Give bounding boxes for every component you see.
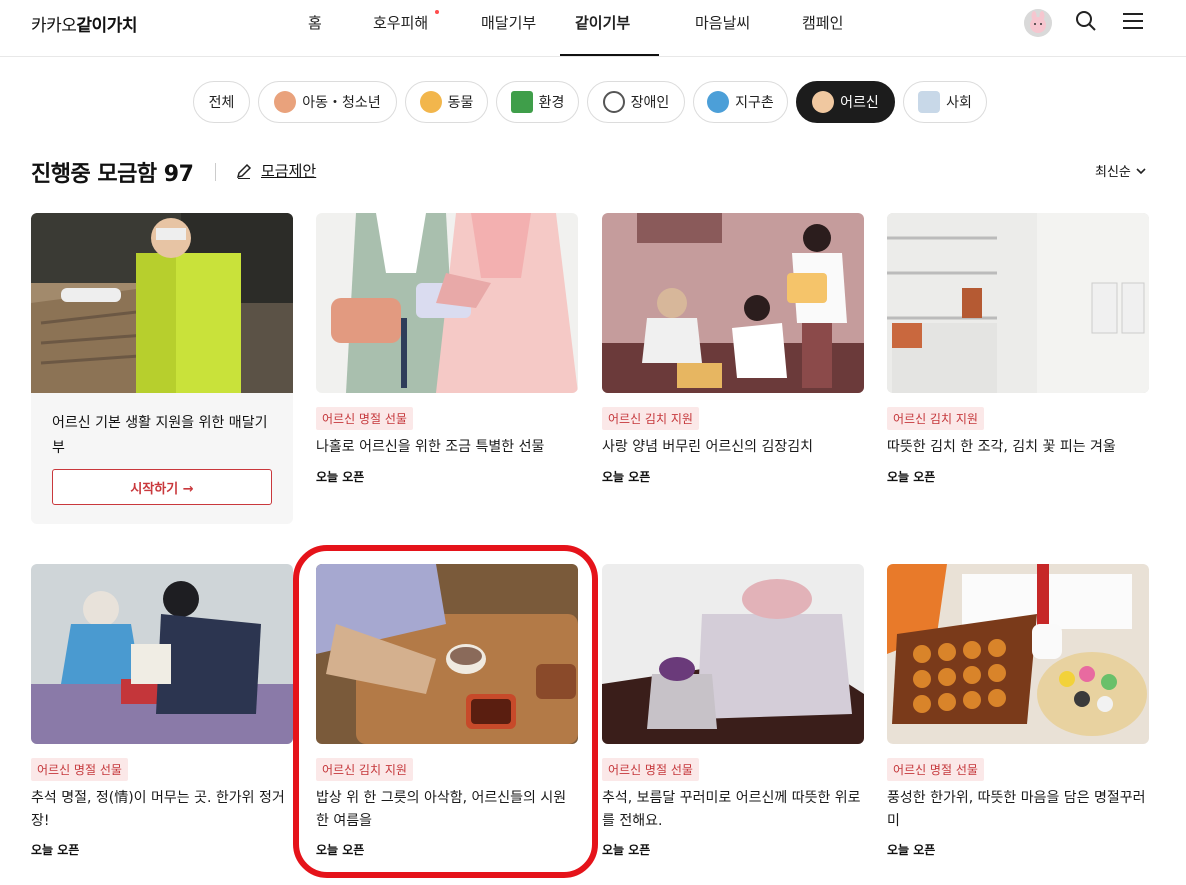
fundraiser-card[interactable]: 어르신 명절 선물 추석, 보름달 꾸러미로 어르신께 따뜻한 위로를 전해요.…	[602, 564, 864, 864]
chip-label: 장애인	[630, 95, 670, 111]
section-title: 진행중 모금함 97	[31, 162, 194, 187]
sort-dropdown[interactable]: 최신순	[1095, 161, 1147, 180]
open-status: 오늘 오픈	[602, 843, 651, 857]
card-image	[887, 213, 1149, 393]
category-animal[interactable]: 동물	[405, 81, 488, 123]
category-tag: 어르신 명절 선물	[602, 758, 699, 781]
card-title: 사랑 양념 버무린 어르신의 김장김치	[602, 439, 813, 455]
card-title: 따뜻한 김치 한 조각, 김치 꽃 피는 겨울	[887, 439, 1116, 455]
top-header: 카카오같이가치 홈 호우피해 매달기부 같이기부 마음날씨 캠페인	[0, 0, 1186, 57]
chip-label: 사회	[946, 95, 972, 111]
nav-home[interactable]: 홈	[308, 12, 322, 33]
propose-label: 모금제안	[261, 162, 317, 180]
category-tag: 어르신 명절 선물	[31, 758, 128, 781]
open-status: 오늘 오픈	[887, 843, 936, 857]
chip-label: 지구촌	[735, 95, 774, 111]
category-society[interactable]: 사회	[903, 81, 987, 123]
category-children[interactable]: 아동・청소년	[258, 81, 397, 123]
elderly-icon	[812, 91, 835, 113]
menu-icon[interactable]	[1121, 9, 1149, 37]
globe-icon	[707, 91, 730, 113]
open-status: 오늘 오픈	[887, 470, 936, 484]
logo-plain: 카카오	[31, 16, 77, 36]
category-disabled[interactable]: 장애인	[587, 81, 685, 123]
new-dot	[435, 10, 439, 14]
card-image	[31, 564, 293, 744]
chip-label: 환경	[538, 95, 565, 111]
fundraiser-card[interactable]: 어르신 김치 지원 사랑 양념 버무린 어르신의 김장김치 오늘 오픈	[602, 213, 864, 493]
open-status: 오늘 오픈	[316, 843, 365, 857]
cat-icon	[419, 91, 442, 113]
card-image	[31, 213, 293, 393]
propose-link[interactable]: 모금제안	[235, 160, 316, 181]
logo[interactable]: 카카오같이가치	[31, 11, 137, 36]
card-image	[602, 213, 864, 393]
monthly-text: 어르신 기본 생활 지원을 위한 매달기부	[52, 415, 268, 456]
fundraiser-card[interactable]: 어르신 명절 선물 나홀로 어르신을 위한 조금 특별한 선물 오늘 오픈	[316, 213, 578, 493]
avatar[interactable]	[1024, 9, 1052, 37]
nav-active-underline	[560, 54, 659, 56]
pencil-icon	[236, 163, 252, 179]
open-status: 오늘 오픈	[316, 470, 365, 484]
card-image	[887, 564, 1149, 744]
sort-label: 최신순	[1095, 165, 1131, 180]
card-title: 나홀로 어르신을 위한 조금 특별한 선물	[316, 439, 545, 455]
card-title: 추석, 보름달 꾸러미로 어르신께 따뜻한 위로를 전해요.	[602, 790, 861, 829]
card-image	[316, 564, 578, 744]
nav-together[interactable]: 같이기부	[575, 12, 630, 33]
card-title: 풍성한 한가위, 따뜻한 마음을 담은 명절꾸러미	[887, 790, 1146, 829]
fundraiser-card[interactable]: 어르신 김치 지원 밥상 위 한 그릇의 아삭함, 어르신들의 시원한 여름을 …	[316, 564, 578, 864]
divider	[215, 163, 216, 181]
open-status: 오늘 오픈	[602, 470, 651, 484]
nav-campaign[interactable]: 캠페인	[802, 12, 843, 33]
chip-label: 아동・청소년	[302, 95, 381, 111]
category-environment[interactable]: 환경	[496, 81, 579, 123]
category-tag: 어르신 김치 지원	[887, 407, 984, 430]
open-status: 오늘 오픈	[31, 843, 80, 857]
tree-icon	[510, 91, 533, 113]
category-global[interactable]: 지구촌	[693, 81, 788, 123]
category-all[interactable]: 전체	[193, 81, 250, 123]
search-icon[interactable]	[1074, 9, 1102, 37]
card-title: 추석 명절, 정(情)이 머무는 곳. 한가위 정거장!	[31, 790, 285, 829]
people-icon	[918, 91, 941, 113]
fundraiser-card[interactable]: 어르신 명절 선물 풍성한 한가위, 따뜻한 마음을 담은 명절꾸러미 오늘 오…	[887, 564, 1149, 864]
start-button[interactable]: 시작하기 →	[52, 469, 272, 505]
chip-label: 어르신	[840, 95, 879, 111]
category-tag: 어르신 김치 지원	[602, 407, 699, 430]
category-elderly[interactable]: 어르신	[796, 81, 895, 123]
monthly-donation-card[interactable]: 어르신 기본 생활 지원을 위한 매달기부 시작하기 →	[31, 213, 293, 524]
child-icon	[274, 91, 297, 113]
card-image	[316, 213, 578, 393]
nav-monthly[interactable]: 매달기부	[481, 12, 536, 33]
category-tag: 어르신 김치 지원	[316, 758, 413, 781]
fundraiser-card[interactable]: 어르신 명절 선물 추석 명절, 정(情)이 머무는 곳. 한가위 정거장! 오…	[31, 564, 293, 864]
logo-bold: 같이가치	[76, 16, 137, 36]
card-title: 밥상 위 한 그릇의 아삭함, 어르신들의 시원한 여름을	[316, 790, 567, 829]
nav-mind-weather[interactable]: 마음날씨	[695, 12, 750, 33]
chevron-down-icon	[1136, 167, 1146, 174]
wheelchair-icon	[602, 91, 625, 113]
category-tag: 어르신 명절 선물	[887, 758, 984, 781]
category-tag: 어르신 명절 선물	[316, 407, 413, 430]
chip-label: 전체	[208, 95, 235, 111]
nav-flood-relief[interactable]: 호우피해	[373, 12, 428, 33]
card-image	[602, 564, 864, 744]
fundraiser-card[interactable]: 어르신 김치 지원 따뜻한 김치 한 조각, 김치 꽃 피는 겨울 오늘 오픈	[887, 213, 1149, 493]
chip-label: 동물	[447, 95, 474, 111]
